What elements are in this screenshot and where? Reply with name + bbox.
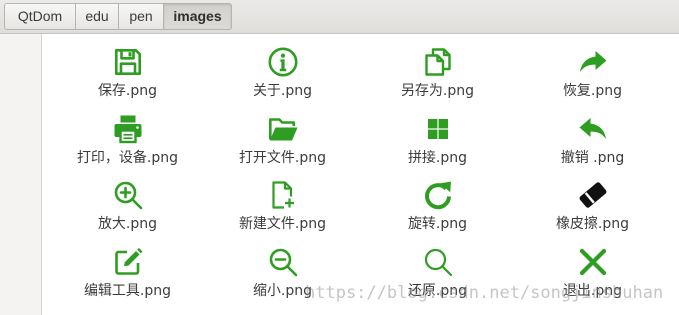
file-name: 另存为.png bbox=[400, 83, 475, 99]
rotate-icon bbox=[422, 179, 454, 211]
file-item[interactable]: 编辑工具.png bbox=[50, 240, 205, 307]
toolbar: QtDom edu pen images bbox=[0, 0, 679, 34]
file-name: 编辑工具.png bbox=[83, 282, 172, 299]
file-name: 退出.png bbox=[562, 282, 623, 299]
file-item[interactable]: 另存为.png bbox=[360, 40, 515, 107]
file-item[interactable]: 橡皮擦.png bbox=[515, 173, 670, 240]
zoom-in-icon bbox=[112, 179, 144, 211]
path-segment-edu[interactable]: edu bbox=[76, 3, 119, 30]
file-item[interactable]: 退出.png bbox=[515, 240, 670, 307]
search-icon bbox=[422, 246, 454, 278]
file-item[interactable]: 还原.png bbox=[360, 240, 515, 307]
path-segment-pen[interactable]: pen bbox=[119, 3, 164, 30]
file-name: 新建文件.png bbox=[238, 216, 327, 232]
file-item[interactable]: 放大.png bbox=[50, 173, 205, 240]
file-name: 撤销 .png bbox=[560, 149, 625, 166]
grid-icon bbox=[422, 113, 454, 145]
edit-icon bbox=[112, 246, 144, 278]
printer-icon bbox=[112, 113, 144, 145]
file-item[interactable]: 恢复.png bbox=[515, 40, 670, 107]
zoom-out-icon bbox=[267, 246, 299, 278]
file-item[interactable]: 撤销 .png bbox=[515, 107, 670, 174]
file-name: 恢复.png bbox=[562, 83, 623, 99]
file-name: 打开文件.png bbox=[238, 149, 327, 166]
file-name: 放大.png bbox=[97, 216, 158, 232]
eraser-icon bbox=[577, 179, 609, 211]
file-grid: 保存.png 关于.png 另存为.png 恢复.png 打印，设备.png 打… bbox=[50, 40, 670, 306]
save-icon bbox=[112, 46, 144, 78]
path-bar: QtDom edu pen images bbox=[4, 3, 232, 30]
file-name: 缩小.png bbox=[252, 282, 313, 299]
file-name: 关于.png bbox=[252, 83, 313, 99]
file-item[interactable]: 保存.png bbox=[50, 40, 205, 107]
file-item[interactable]: 打印，设备.png bbox=[50, 107, 205, 174]
open-folder-icon bbox=[267, 113, 299, 145]
file-name: 橡皮擦.png bbox=[555, 216, 630, 232]
path-segment-images[interactable]: images bbox=[164, 3, 232, 30]
file-item[interactable]: 旋转.png bbox=[360, 173, 515, 240]
file-name: 还原.png bbox=[407, 282, 468, 299]
undo-icon bbox=[577, 113, 609, 145]
file-name: 打印，设备.png bbox=[76, 149, 179, 166]
path-segment-qtdom[interactable]: QtDom bbox=[4, 3, 76, 30]
file-item[interactable]: 缩小.png bbox=[205, 240, 360, 307]
file-item[interactable]: 关于.png bbox=[205, 40, 360, 107]
file-item[interactable]: 打开文件.png bbox=[205, 107, 360, 174]
file-name: 拼接.png bbox=[407, 149, 468, 166]
file-item[interactable]: 新建文件.png bbox=[205, 173, 360, 240]
redo-icon bbox=[577, 46, 609, 78]
file-name: 保存.png bbox=[97, 83, 158, 99]
file-item[interactable]: 拼接.png bbox=[360, 107, 515, 174]
sidebar bbox=[0, 34, 42, 315]
file-name: 旋转.png bbox=[407, 216, 468, 232]
copy-icon bbox=[422, 46, 454, 78]
new-file-icon bbox=[267, 179, 299, 211]
close-icon bbox=[577, 246, 609, 278]
info-icon bbox=[267, 46, 299, 78]
